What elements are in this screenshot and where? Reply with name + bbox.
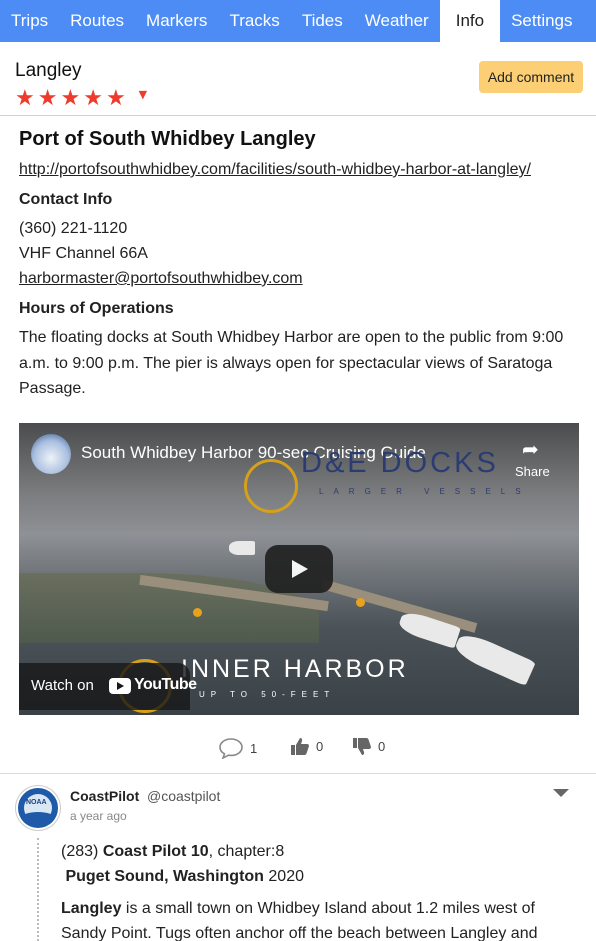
- comment-timestamp: a year ago: [70, 809, 127, 823]
- star-icon[interactable]: ★: [15, 88, 35, 110]
- avatar-text: NOAA: [26, 799, 47, 806]
- tab-tides[interactable]: Tides: [291, 0, 354, 42]
- tab-tracks[interactable]: Tracks: [218, 0, 290, 42]
- video-thumbnail-boat: [229, 541, 255, 555]
- star-icon[interactable]: ★: [60, 88, 80, 110]
- comment-reference: (283) Coast Pilot 10, chapter:8: [61, 843, 284, 861]
- watch-on-youtube-button[interactable]: Watch on YouTube: [19, 663, 197, 710]
- location-header: Langley ★ ★ ★ ★ ★ ▼ Add comment: [0, 42, 596, 116]
- comment-handle[interactable]: @coastpilot: [147, 788, 220, 804]
- website-link[interactable]: http://portofsouthwhidbey.com/facilities…: [19, 161, 531, 179]
- page-title: Port of South Whidbey Langley: [19, 128, 316, 150]
- star-icon[interactable]: ★: [83, 88, 103, 110]
- star-icon[interactable]: ★: [38, 88, 58, 110]
- overlay-title-harbor: INNER HARBOR: [181, 655, 409, 683]
- dislike-button[interactable]: 0: [352, 737, 385, 756]
- avatar[interactable]: NOAA: [16, 786, 60, 830]
- channel-logo[interactable]: [31, 434, 71, 474]
- tab-markers[interactable]: Markers: [135, 0, 218, 42]
- share-label[interactable]: Share: [515, 464, 550, 479]
- phone-number: (360) 221-1120: [19, 220, 128, 237]
- share-icon[interactable]: ➦: [522, 439, 544, 459]
- like-count: 0: [316, 739, 324, 754]
- play-button[interactable]: [265, 545, 333, 593]
- hours-heading: Hours of Operations: [19, 300, 174, 317]
- tab-settings[interactable]: Settings: [500, 0, 583, 42]
- youtube-logo-icon: [109, 678, 131, 694]
- youtube-wordmark: YouTube: [134, 676, 197, 693]
- watch-on-label: Watch on: [31, 677, 94, 694]
- comment-body: Langley is a small town on Whidbey Islan…: [61, 896, 581, 941]
- marker-dot: [193, 608, 202, 617]
- video-thumbnail-boat: [452, 629, 536, 687]
- highlight-ring: [244, 459, 298, 513]
- video-embed[interactable]: South Whidbey Harbor 90-sec Cruising Gui…: [19, 423, 579, 715]
- location-name: Langley: [15, 60, 82, 81]
- comment-menu-caret-icon[interactable]: [553, 789, 569, 797]
- comment-body-strong: Langley: [61, 900, 122, 917]
- ref-chapter: , chapter:8: [208, 843, 285, 860]
- thumbs-down-icon: [353, 738, 371, 755]
- tab-weather[interactable]: Weather: [354, 0, 440, 42]
- divider: [0, 773, 596, 774]
- dislike-count: 0: [378, 739, 386, 754]
- quote-border: [37, 838, 39, 941]
- star-rating[interactable]: ★ ★ ★ ★ ★ ▼: [15, 88, 147, 110]
- vhf-channel: VHF Channel 66A: [19, 245, 148, 262]
- star-icon[interactable]: ★: [106, 88, 126, 110]
- overlay-title-docks: D&E DOCKS: [301, 447, 499, 479]
- play-icon: [292, 560, 308, 578]
- ref-year: 2020: [263, 868, 304, 885]
- comment-body-text: is a small town on Whidbey Island about …: [61, 900, 538, 941]
- ref-region: Puget Sound, Washington: [65, 868, 264, 885]
- add-comment-button[interactable]: Add comment: [479, 61, 583, 93]
- overlay-subtitle-docks: LARGER VESSELS: [319, 487, 531, 496]
- comment-username[interactable]: CoastPilot: [70, 788, 139, 804]
- hours-description: The floating docks at South Whidbey Harb…: [19, 329, 564, 397]
- comment-bubble-icon: [219, 738, 243, 759]
- thumbs-up-icon: [291, 738, 309, 755]
- overlay-subtitle-harbor: UP TO 50-FEET: [199, 690, 336, 699]
- like-button[interactable]: 0: [290, 737, 323, 756]
- email-link[interactable]: harbormaster@portofsouthwhidbey.com: [19, 270, 303, 288]
- tab-info[interactable]: Info: [439, 0, 501, 42]
- comment-count[interactable]: 1: [218, 737, 257, 759]
- comment-region: Puget Sound, Washington 2020: [61, 868, 304, 886]
- avatar-wave: [21, 812, 55, 824]
- tab-routes[interactable]: Routes: [59, 0, 135, 42]
- marker-dot: [356, 598, 365, 607]
- tab-trips[interactable]: Trips: [0, 0, 59, 42]
- tab-bar: Trips Routes Markers Tracks Tides Weathe…: [0, 0, 596, 42]
- caret-down-icon[interactable]: ▼: [139, 88, 147, 101]
- contact-heading: Contact Info: [19, 191, 113, 208]
- ref-book: Coast Pilot 10: [102, 843, 209, 860]
- ref-number: (283): [61, 843, 99, 860]
- comment-count-value: 1: [250, 740, 258, 756]
